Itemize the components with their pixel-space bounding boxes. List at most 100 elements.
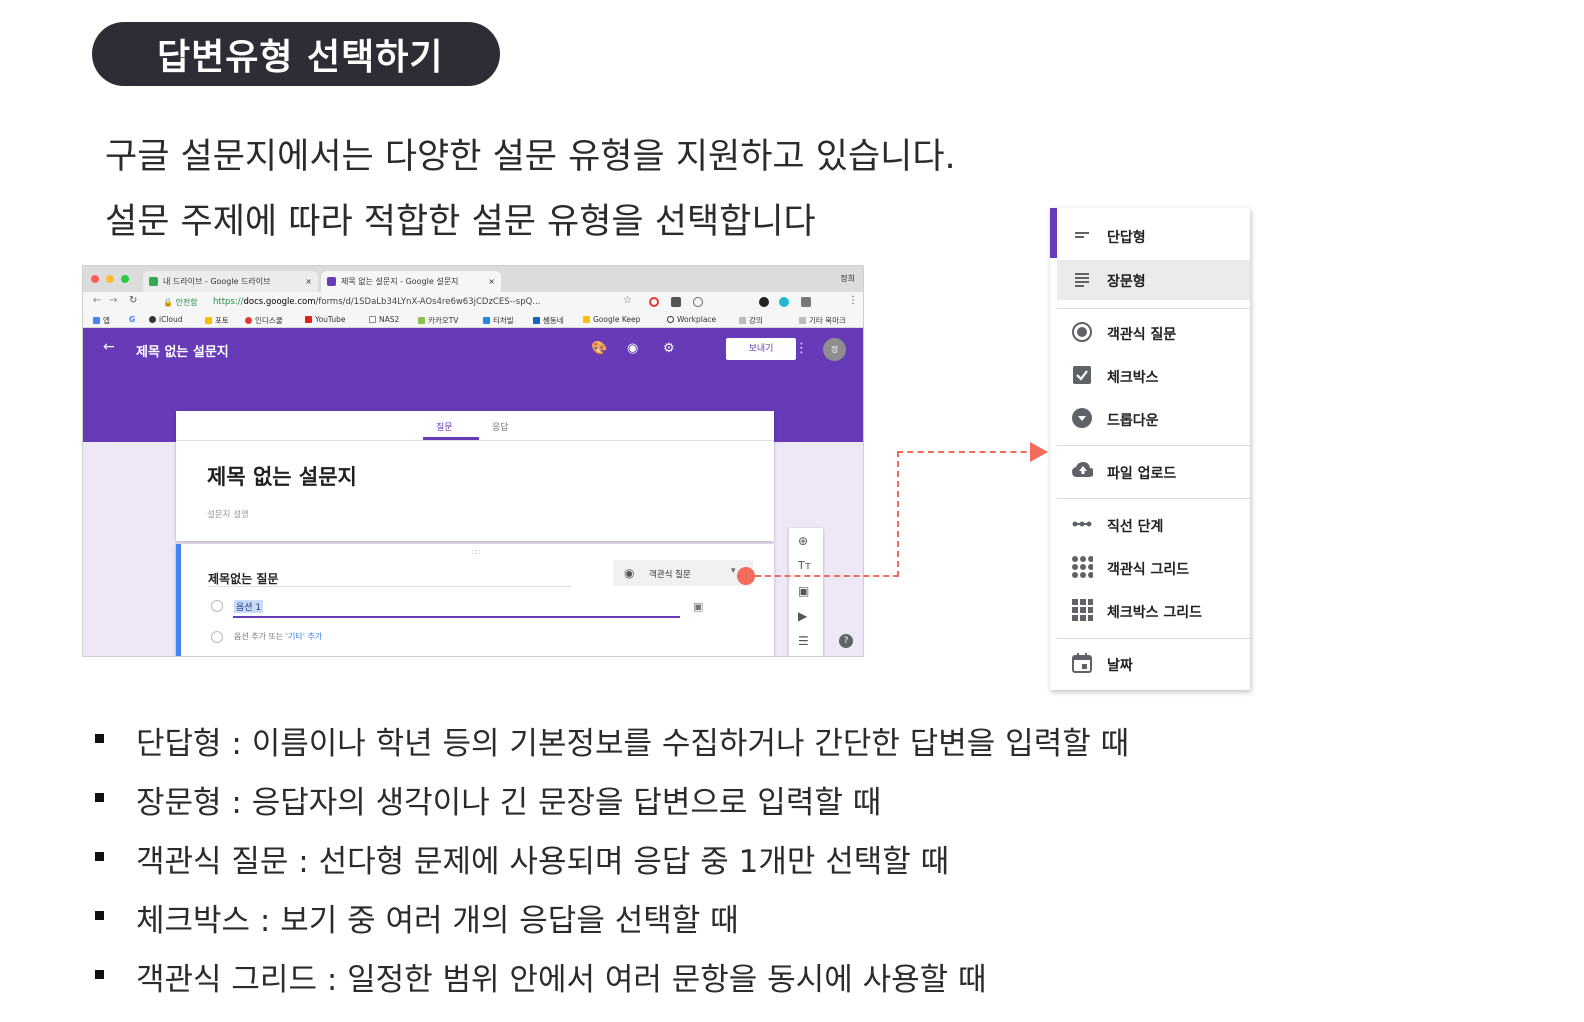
close-window-button[interactable]: [91, 275, 99, 283]
close-tab-icon[interactable]: ×: [488, 271, 495, 292]
question-type-dropdown[interactable]: ◉ 객관식 질문 ▾: [613, 560, 753, 586]
address-bar-row: ← → ↻ 🔒 안전함 https://docs.google.com/form…: [83, 292, 863, 312]
add-section-icon[interactable]: ☰: [798, 634, 809, 648]
extension-icon[interactable]: [759, 297, 769, 307]
star-icon[interactable]: ☆: [623, 295, 632, 306]
back-arrow-icon[interactable]: ←: [103, 339, 115, 355]
extension-icon[interactable]: [671, 297, 681, 307]
menu-item-paragraph[interactable]: 장문형: [1057, 260, 1250, 300]
help-icon[interactable]: ?: [839, 634, 853, 648]
browser-menu-icon[interactable]: ⋮: [848, 295, 858, 306]
menu-accent: [1050, 208, 1057, 258]
grid-cell: [1088, 607, 1093, 613]
add-image-icon[interactable]: ▣: [693, 600, 703, 613]
avatar[interactable]: 정: [823, 338, 846, 361]
add-video-icon[interactable]: ▶: [798, 609, 807, 623]
grid-cell: [1088, 599, 1093, 605]
browser-tab-forms[interactable]: 제목 없는 설문지 - Google 설문지 ×: [321, 271, 501, 292]
settings-gear-icon[interactable]: ⚙: [663, 341, 675, 356]
checkbox-grid-icon: [1071, 599, 1093, 621]
grid-cell: [1072, 615, 1078, 621]
menu-item-date[interactable]: 날짜: [1057, 644, 1250, 684]
tab-questions[interactable]: 질문: [436, 420, 453, 433]
minimize-window-button[interactable]: [106, 275, 114, 283]
bookmark-icloud[interactable]: iCloud: [149, 315, 183, 324]
menu-item-label: 드롭다운: [1107, 413, 1159, 429]
cloud-upload-icon: [1071, 460, 1093, 482]
grid-cell: [1088, 615, 1093, 621]
document-title[interactable]: 제목 없는 설문지: [136, 341, 229, 360]
option-focus-underline: [233, 616, 680, 618]
maximize-window-button[interactable]: [121, 275, 129, 283]
menu-item-checkbox[interactable]: 체크박스: [1057, 356, 1250, 396]
option-1-field[interactable]: 옵션 1: [234, 600, 264, 613]
bookmark-apps[interactable]: 앱: [93, 315, 110, 326]
forms-icon: [327, 277, 336, 286]
bookmark-keep[interactable]: Google Keep: [583, 315, 640, 324]
list-item-text: 객관식 질문 : 선다형 문제에 사용되며 응답 중 1개만 선택할 때: [136, 844, 950, 880]
bookmark-workplace[interactable]: Workplace: [667, 315, 716, 324]
list-item-text: 단답형 : 이름이나 학년 등의 기본정보를 수집하거나 간단한 답변을 입력할…: [136, 726, 1130, 762]
add-title-icon[interactable]: Tт: [798, 559, 811, 572]
grid-cell: [1072, 564, 1078, 570]
tab-responses[interactable]: 응답: [492, 420, 509, 433]
callout-line: [897, 451, 899, 577]
more-menu-icon[interactable]: ⋮: [795, 341, 808, 356]
menu-item-linear-scale[interactable]: 직선 단계: [1057, 505, 1250, 545]
bookmark-ssemdongne[interactable]: 쌤동네: [533, 315, 564, 326]
menu-item-label: 단답형: [1107, 230, 1146, 246]
menu-item-file-upload[interactable]: 파일 업로드: [1057, 452, 1250, 492]
callout-line: [897, 451, 1037, 453]
back-arrow-icon[interactable]: ←: [93, 295, 101, 306]
browser-tab-drive[interactable]: 내 드라이브 - Google 드라이브 ×: [143, 271, 318, 292]
callout-arrowhead: [1030, 442, 1048, 462]
bookmark-indischool[interactable]: 인디스쿨: [245, 315, 283, 326]
grid-cell: [1088, 556, 1093, 562]
menu-item-dropdown[interactable]: 드롭다운: [1057, 399, 1250, 439]
menu-item-multiple-choice-grid[interactable]: 객관식 그리드: [1057, 548, 1250, 588]
send-button[interactable]: 보내기: [726, 338, 796, 360]
profile-name[interactable]: 정희: [840, 273, 855, 284]
bookmark-nas2[interactable]: NAS2: [369, 315, 399, 324]
palette-icon[interactable]: 🎨: [591, 341, 607, 356]
bookmark-other-folder[interactable]: 기타 북마크: [799, 315, 846, 326]
checkbox-icon: [1071, 364, 1093, 386]
add-question-icon[interactable]: ⊕: [798, 534, 808, 548]
drag-handle-icon[interactable]: :::: [471, 547, 482, 556]
opera-extension-icon[interactable]: [649, 297, 659, 307]
bookmark-photos[interactable]: 포토: [205, 315, 229, 326]
divider: [1057, 445, 1250, 446]
reload-icon[interactable]: ↻: [129, 295, 137, 306]
menu-item-label: 날짜: [1107, 658, 1133, 674]
form-title[interactable]: 제목 없는 설문지: [207, 461, 357, 491]
bookmark-youtube[interactable]: YouTube: [305, 315, 346, 324]
menu-item-label: 체크박스: [1107, 370, 1159, 386]
bookmark-google[interactable]: G: [129, 315, 135, 324]
add-option-link[interactable]: 옵션 추가 또는 '기타' 추가: [234, 631, 322, 642]
menu-item-label: 객관식 그리드: [1107, 562, 1190, 578]
extension-icon[interactable]: [801, 297, 811, 307]
calendar-icon: [1071, 652, 1093, 674]
add-image-icon[interactable]: ▣: [798, 584, 809, 598]
form-description[interactable]: 설문지 설명: [207, 508, 249, 520]
bullet-icon: [95, 852, 104, 861]
extension-icon[interactable]: [779, 297, 789, 307]
preview-eye-icon[interactable]: ◉: [627, 341, 638, 356]
menu-item-label: 장문형: [1107, 274, 1146, 290]
extension-icon[interactable]: [693, 297, 703, 307]
question-title[interactable]: 제목없는 질문: [208, 570, 278, 587]
secure-lock-label[interactable]: 🔒 안전함: [163, 297, 198, 308]
dropdown-icon: [1071, 407, 1093, 429]
intro-line-1: 구글 설문지에서는 다양한 설문 유형을 지원하고 있습니다.: [105, 137, 956, 177]
bookmark-kakaotv[interactable]: 카카오TV: [418, 315, 458, 326]
url-field[interactable]: https://docs.google.com/forms/d/1SDaLb34…: [213, 297, 540, 307]
grid-cell: [1072, 599, 1078, 605]
bookmark-lecture-folder[interactable]: 강의: [739, 315, 763, 326]
close-tab-icon[interactable]: ×: [305, 271, 312, 292]
menu-item-multiple-choice[interactable]: 객관식 질문: [1057, 313, 1250, 353]
menu-item-short-answer[interactable]: 단답형: [1057, 216, 1250, 256]
forward-arrow-icon[interactable]: →: [109, 295, 117, 306]
bookmark-teacherville[interactable]: 티처빌: [483, 315, 514, 326]
list-item-text: 장문형 : 응답자의 생각이나 긴 문장을 답변으로 입력할 때: [136, 785, 882, 821]
menu-item-checkbox-grid[interactable]: 체크박스 그리드: [1057, 591, 1250, 631]
